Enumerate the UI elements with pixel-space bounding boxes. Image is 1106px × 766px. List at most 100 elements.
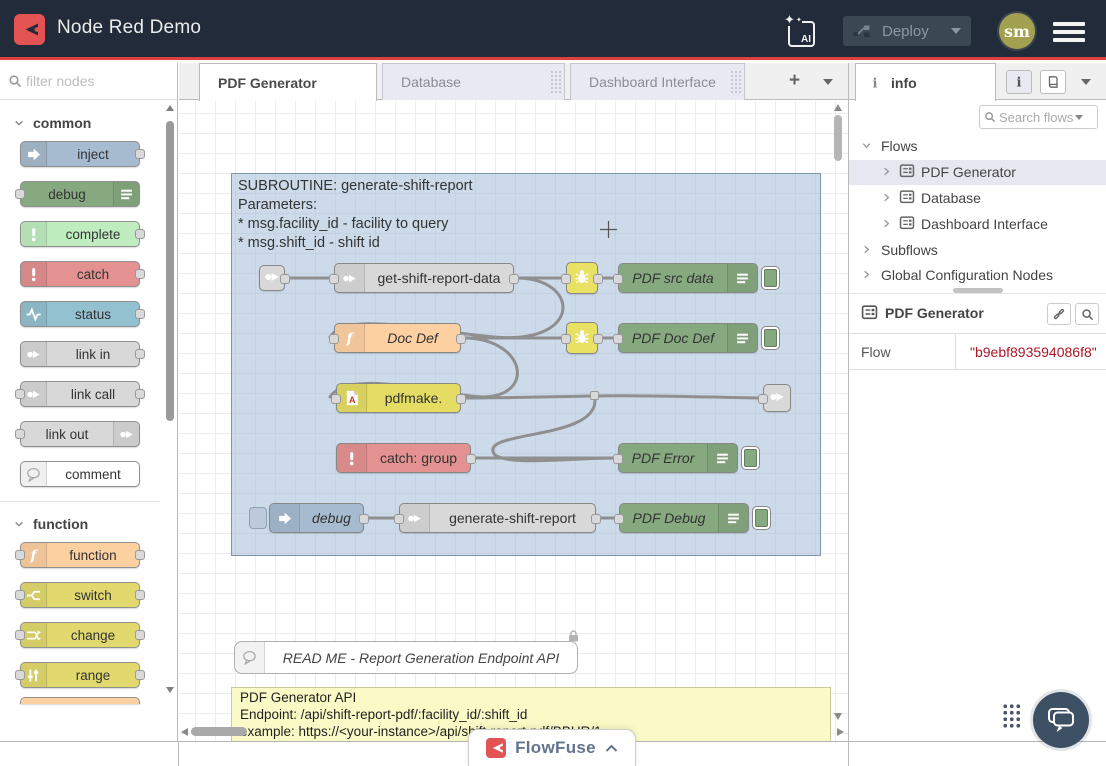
tab-info[interactable]: i info: [855, 63, 996, 101]
output-port[interactable]: [135, 550, 145, 560]
palette-node-change[interactable]: change: [20, 622, 140, 648]
scroll-down-icon[interactable]: [834, 713, 842, 720]
sidebar-help-button[interactable]: [1040, 70, 1066, 94]
add-flow-button[interactable]: +: [789, 71, 800, 90]
main-menu-icon[interactable]: [1053, 22, 1085, 46]
output-port[interactable]: [280, 274, 290, 284]
copy-link-button[interactable]: [1047, 303, 1071, 325]
flowfuse-panel-button[interactable]: FlowFuse: [468, 729, 636, 766]
palette-node-comment[interactable]: comment: [20, 461, 140, 487]
input-port[interactable]: [613, 334, 623, 344]
debug-node-pdf-src-data[interactable]: PDF src data: [618, 263, 758, 293]
output-port[interactable]: [135, 229, 145, 239]
user-avatar[interactable]: sm: [999, 13, 1035, 49]
tree-item-dashboard-interface[interactable]: Dashboard Interface: [849, 212, 1106, 237]
chevron-right-icon[interactable]: [861, 267, 872, 283]
inject-node-debug[interactable]: debug: [269, 503, 364, 533]
palette-node-complete[interactable]: complete: [20, 221, 140, 247]
tree-item-subflows[interactable]: Subflows: [849, 238, 1106, 263]
bug-node[interactable]: [566, 322, 598, 354]
pdfmake-node-pdfmake-[interactable]: Apdfmake.: [336, 383, 461, 413]
v-scroll-thumb[interactable]: [834, 115, 842, 161]
input-port[interactable]: [613, 454, 623, 464]
palette-scrollbar[interactable]: [165, 103, 175, 701]
chevron-right-icon[interactable]: [881, 190, 892, 206]
input-port[interactable]: [331, 394, 341, 404]
deploy-button[interactable]: Deploy: [843, 16, 971, 46]
input-port[interactable]: [15, 670, 25, 680]
output-port[interactable]: [135, 670, 145, 680]
output-port[interactable]: [456, 394, 466, 404]
input-port[interactable]: [613, 274, 623, 284]
palette-category-function[interactable]: function: [0, 506, 160, 542]
search-flows-input[interactable]: [999, 110, 1073, 125]
h-scroll-thumb[interactable]: [191, 727, 247, 736]
chat-drag-handle[interactable]: [1002, 703, 1020, 728]
palette-category-common[interactable]: common: [0, 105, 160, 141]
search-flows-box[interactable]: [979, 105, 1098, 129]
palette-node-inject[interactable]: inject: [20, 141, 140, 167]
tree-item-flows[interactable]: Flows: [849, 134, 1106, 159]
chat-widget-button[interactable]: [1033, 692, 1089, 748]
output-port[interactable]: [135, 349, 145, 359]
input-port[interactable]: [15, 429, 25, 439]
palette-node-catch[interactable]: catch: [20, 261, 140, 287]
link-call-node-get-shift-report-data[interactable]: get-shift-report-data: [334, 263, 514, 293]
palette-node-range[interactable]: range: [20, 662, 140, 688]
input-port[interactable]: [15, 630, 25, 640]
debug-toggle-button[interactable]: [761, 326, 780, 350]
palette-node-switch[interactable]: switch: [20, 582, 140, 608]
link-out-node[interactable]: [763, 384, 791, 412]
filter-nodes-input[interactable]: [26, 69, 166, 93]
palette-node-debug[interactable]: debug: [20, 181, 140, 207]
debug-node-pdf-error[interactable]: PDF Error: [618, 443, 738, 473]
output-port[interactable]: [135, 149, 145, 159]
tab-list-caret-icon[interactable]: [823, 79, 833, 85]
output-port[interactable]: [359, 514, 369, 524]
tree-item-pdf-generator[interactable]: PDF Generator: [849, 160, 1106, 185]
input-port[interactable]: [758, 394, 768, 404]
tree-item-global-configuration-nodes[interactable]: Global Configuration Nodes: [849, 263, 1106, 288]
output-port[interactable]: [591, 514, 601, 524]
tree-item-database[interactable]: Database: [849, 186, 1106, 211]
input-port[interactable]: [561, 334, 571, 344]
input-port[interactable]: [614, 514, 624, 524]
catch-node-catch-group[interactable]: catch: group: [336, 443, 471, 473]
tab-database[interactable]: Database: [382, 63, 565, 100]
ai-assistant-icon[interactable]: ✦✦ AI: [788, 21, 815, 47]
bug-node[interactable]: [566, 262, 598, 294]
palette-node-link-out[interactable]: link out: [20, 421, 140, 447]
palette-node-link-call[interactable]: link call: [20, 381, 140, 407]
input-port[interactable]: [15, 189, 25, 199]
output-port[interactable]: [135, 590, 145, 600]
output-port[interactable]: [135, 269, 145, 279]
input-port[interactable]: [561, 274, 571, 284]
tab-pdf-generator[interactable]: PDF Generator: [199, 63, 377, 101]
wire-junction[interactable]: [590, 391, 599, 400]
flow-canvas[interactable]: SUBROUTINE: generate-shift-report Parame…: [179, 101, 848, 741]
palette-node-status[interactable]: status: [20, 301, 140, 327]
chevron-down-icon[interactable]: [861, 138, 872, 154]
scroll-up-icon[interactable]: [834, 104, 842, 111]
output-port[interactable]: [509, 274, 519, 284]
chevron-right-icon[interactable]: [861, 242, 872, 258]
palette-node-function[interactable]: ffunction: [20, 542, 140, 568]
input-port[interactable]: [394, 514, 404, 524]
output-port[interactable]: [593, 274, 603, 284]
debug-toggle-button[interactable]: [752, 506, 771, 530]
scroll-left-icon[interactable]: [181, 728, 188, 736]
tab-dashboard-interface[interactable]: Dashboard Interface: [570, 63, 745, 100]
output-port[interactable]: [456, 334, 466, 344]
scroll-right-icon[interactable]: [837, 728, 844, 736]
output-port[interactable]: [593, 334, 603, 344]
inject-button[interactable]: [249, 507, 267, 529]
output-port[interactable]: [135, 630, 145, 640]
input-port[interactable]: [329, 334, 339, 344]
link-call-node-generate-shift-report[interactable]: generate-shift-report: [399, 503, 596, 533]
palette-node-link-in[interactable]: link in: [20, 341, 140, 367]
deploy-caret-icon[interactable]: [951, 28, 961, 39]
chevron-right-icon[interactable]: [881, 216, 892, 232]
input-port[interactable]: [15, 550, 25, 560]
sidebar-info-button[interactable]: i: [1006, 70, 1032, 94]
output-port[interactable]: [135, 309, 145, 319]
